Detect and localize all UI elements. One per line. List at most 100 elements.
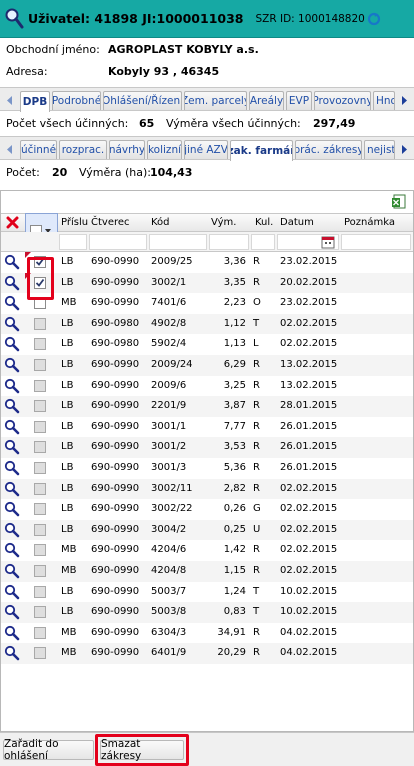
tab-zem-parcely[interactable]: Zem. parcely (184, 91, 247, 110)
address-label: Adresa: (6, 64, 48, 78)
detail-magnifier-icon[interactable] (4, 316, 20, 332)
row-checkbox[interactable] (34, 585, 46, 598)
table-row[interactable]: MB 690-0990 6401/9 20,29 R 04.02.2015 (1, 643, 413, 664)
row-checkbox[interactable] (34, 482, 46, 495)
cell-vym: 2,23 (223, 297, 246, 309)
arrow-left-icon (7, 145, 12, 154)
tab-kolizni[interactable]: kolizní (147, 140, 182, 159)
tab-zak-farmar[interactable]: zak. farmář (230, 140, 293, 161)
detail-magnifier-icon[interactable] (4, 645, 20, 661)
detail-magnifier-icon[interactable] (4, 584, 20, 600)
tab-arealy[interactable]: Areály (249, 91, 284, 110)
tab-rozprac[interactable]: rozprac. (59, 140, 107, 159)
subtabs-scroll-left[interactable] (3, 141, 17, 158)
table-row[interactable]: LB 690-0990 3002/11 2,82 R 02.02.2015 (1, 478, 413, 500)
col-poznamka[interactable]: Poznámka (344, 217, 395, 228)
tabs-scroll-left[interactable] (3, 92, 17, 109)
row-checkbox[interactable] (34, 626, 46, 639)
detail-magnifier-icon[interactable] (4, 419, 20, 435)
row-checkbox[interactable] (34, 523, 46, 536)
calendar-icon[interactable] (321, 235, 335, 249)
table-row[interactable]: LB 690-0990 2009/6 3,25 R 13.02.2015 (1, 376, 413, 397)
row-checkbox[interactable] (34, 441, 46, 454)
detail-magnifier-icon[interactable] (4, 378, 20, 394)
tab-evp[interactable]: EVP (286, 91, 312, 110)
detail-magnifier-icon[interactable] (4, 357, 20, 373)
table-row[interactable]: LB 690-0990 5003/8 0,83 T 10.02.2015 (1, 602, 413, 623)
row-checkbox[interactable] (34, 359, 46, 371)
tab-navrhy[interactable]: návrhy (109, 140, 145, 159)
table-row[interactable]: LB 690-0990 2201/9 3,87 R 28.01.2015 (1, 396, 413, 417)
filter-prislu[interactable] (59, 234, 87, 250)
tab-jine-azv[interactable]: jiné AZV (184, 140, 228, 159)
col-datum[interactable]: Datum (280, 217, 314, 228)
table-row[interactable]: LB 690-0990 3001/3 5,36 R 26.01.2015 (1, 458, 413, 479)
table-row[interactable]: LB 690-0990 3002/1 3,35 R 20.02.2015 (1, 272, 413, 294)
row-checkbox[interactable] (34, 647, 46, 660)
table-row[interactable]: MB 690-0990 4204/6 1,42 R 02.02.2015 (1, 540, 413, 561)
detail-magnifier-icon[interactable] (4, 254, 20, 270)
col-ctverec[interactable]: Čtverec (91, 217, 130, 228)
tab-ohlaseni-rizeni[interactable]: Ohlášení/Řízení (103, 91, 182, 110)
table-row[interactable]: MB 690-0990 7401/6 2,23 O 23.02.2015 (1, 293, 413, 314)
detail-magnifier-icon[interactable] (4, 275, 20, 291)
table-row[interactable]: LB 690-0990 2009/24 6,29 R 13.02.2015 (1, 355, 413, 376)
table-row[interactable]: LB 690-0990 3001/2 3,53 R 26.01.2015 (1, 437, 413, 458)
row-checkbox[interactable] (34, 606, 46, 619)
detail-magnifier-icon[interactable] (4, 460, 20, 476)
clear-filter-icon[interactable] (6, 216, 19, 229)
tab-provozovny[interactable]: Provozovny (314, 91, 371, 110)
detail-magnifier-icon[interactable] (4, 481, 20, 497)
row-checkbox[interactable] (34, 379, 46, 392)
row-checkbox[interactable] (34, 565, 46, 577)
tab-ucinne[interactable]: účinné (20, 140, 57, 159)
row-checkbox[interactable] (34, 503, 46, 516)
detail-magnifier-icon[interactable] (4, 336, 20, 352)
col-vym[interactable]: Vým. (211, 217, 236, 228)
subtabs-scroll-right[interactable] (397, 141, 411, 158)
detail-magnifier-icon[interactable] (4, 439, 20, 455)
table-row[interactable]: LB 690-0980 4902/8 1,12 T 02.02.2015 (1, 313, 413, 335)
col-prislu[interactable]: Příslu (61, 217, 88, 228)
tabs-scroll-right[interactable] (397, 92, 411, 109)
detail-magnifier-icon[interactable] (4, 501, 20, 517)
detail-magnifier-icon[interactable] (4, 563, 20, 579)
filter-vym[interactable] (209, 234, 249, 250)
filter-kul[interactable] (251, 234, 275, 250)
table-row[interactable]: LB 690-0990 3004/2 0,25 U 02.02.2015 (1, 519, 413, 541)
col-kul[interactable]: Kul. (255, 217, 273, 228)
table-row[interactable]: MB 690-0990 6304/3 34,91 R 04.02.2015 (1, 623, 413, 644)
filter-poznamka[interactable] (341, 234, 411, 250)
detail-magnifier-icon[interactable] (4, 398, 20, 414)
tab-prac-zakresy[interactable]: prác. zákresy (295, 140, 362, 159)
detail-magnifier-icon[interactable] (4, 625, 20, 641)
detail-magnifier-icon[interactable] (4, 295, 20, 311)
detail-magnifier-icon[interactable] (4, 542, 20, 558)
detail-magnifier-icon[interactable] (4, 522, 20, 538)
table-row[interactable]: LB 690-0990 5003/7 1,24 T 10.02.2015 (1, 582, 413, 603)
cell-datum: 28.01.2015 (280, 400, 338, 412)
row-checkbox[interactable] (34, 317, 46, 330)
cell-prislu: LB (61, 317, 74, 329)
row-checkbox[interactable] (34, 462, 46, 474)
col-kod[interactable]: Kód (151, 217, 170, 228)
table-row[interactable]: LB 690-0990 3002/22 0,26 G 02.02.2015 (1, 499, 413, 520)
tab-dpb[interactable]: DPB (20, 91, 50, 112)
row-checkbox[interactable] (34, 400, 46, 413)
table-row[interactable]: LB 690-0980 5902/4 1,13 L 02.02.2015 (1, 334, 413, 355)
filter-kod[interactable] (149, 234, 207, 250)
table-row[interactable]: LB 690-0990 3001/1 7,77 R 26.01.2015 (1, 417, 413, 438)
table-row[interactable]: MB 690-0990 4204/8 1,15 R 02.02.2015 (1, 561, 413, 582)
row-checkbox[interactable] (34, 420, 46, 433)
row-checkbox[interactable] (34, 338, 46, 351)
detail-magnifier-icon[interactable] (4, 604, 20, 620)
row-checkbox[interactable] (34, 544, 46, 557)
tab-nejiste[interactable]: nejiste (364, 140, 395, 159)
refresh-icon[interactable] (367, 12, 381, 26)
excel-export-icon[interactable] (391, 194, 407, 210)
tab-podrobne[interactable]: Podrobné (52, 91, 101, 110)
table-row[interactable]: LB 690-0990 2009/25 3,36 R 23.02.2015 (1, 252, 413, 273)
filter-ctverec[interactable] (89, 234, 147, 250)
tab-hno[interactable]: Hno (373, 91, 395, 110)
assign-to-declaration-button[interactable]: Zařadit do ohlášení (3, 738, 94, 762)
